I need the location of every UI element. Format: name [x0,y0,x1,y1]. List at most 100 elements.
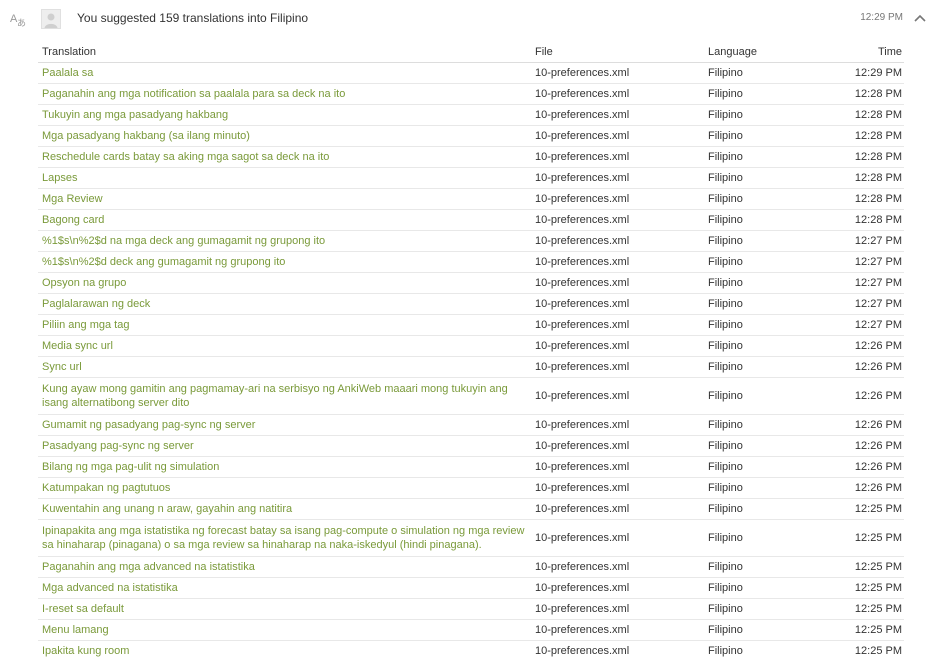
translation-link[interactable]: Mga pasadyang hakbang (sa ilang minuto) [42,130,250,142]
language-cell: Filipino [704,104,814,126]
table-row: %1$s\n%2$d deck ang gumagamit ng grupong… [38,251,904,273]
translation-link[interactable]: Reschedule cards batay sa aking mga sago… [42,151,329,163]
translation-link[interactable]: Paganahin ang mga advanced na istatistik… [42,561,255,573]
time-cell: 12:25 PM [814,519,904,557]
translation-cell: Mga advanced na istatistika [38,577,531,599]
translation-link[interactable]: Bilang ng mga pag-ulit ng simulation [42,461,219,473]
column-header-file: File [531,42,704,63]
language-cell: Filipino [704,251,814,273]
time-cell: 12:28 PM [814,188,904,210]
translation-link[interactable]: Paglalarawan ng deck [42,298,150,310]
translation-link[interactable]: Tukuyin ang mga pasadyang hakbang [42,109,228,121]
table-row: Sync url 10-preferences.xml Filipino 12:26 … [38,356,904,378]
translation-link[interactable]: Lapses [42,172,77,184]
translation-link[interactable]: Ipinapakita ang mga istatistika ng forec… [42,525,524,551]
language-cell: Filipino [704,477,814,499]
file-cell: 10-preferences.xml [531,414,704,436]
file-cell: 10-preferences.xml [531,335,704,357]
language-cell: Filipino [704,272,814,294]
translation-cell: Media sync url [38,335,531,357]
time-cell: 12:26 PM [814,414,904,436]
language-cell: Filipino [704,356,814,378]
language-cell: Filipino [704,577,814,599]
translation-cell: Bagong card [38,209,531,231]
translation-link[interactable]: Opsyon na grupo [42,277,126,289]
translation-cell: Lapses [38,167,531,189]
language-cell: Filipino [704,167,814,189]
translation-link[interactable]: Kuwentahin ang unang n araw, gayahin ang… [42,503,292,515]
table-row: %1$s\n%2$d na mga deck ang gumagamit ng … [38,230,904,252]
translation-link[interactable]: %1$s\n%2$d deck ang gumagamit ng grupong… [42,256,285,268]
translation-link[interactable]: Ipakita kung room [42,645,129,657]
file-cell: 10-preferences.xml [531,146,704,168]
file-cell: 10-preferences.xml [531,619,704,641]
file-cell: 10-preferences.xml [531,435,704,457]
translation-cell: Gumamit ng pasadyang pag-sync ng server [38,414,531,436]
translation-link[interactable]: Pasadyang pag-sync ng server [42,440,194,452]
translation-cell: Kuwentahin ang unang n araw, gayahin ang… [38,498,531,520]
translation-link[interactable]: Paganahin ang mga notification sa paalal… [42,88,345,100]
translation-link[interactable]: Mga Review [42,193,103,205]
translation-cell: Reschedule cards batay sa aking mga sago… [38,146,531,168]
time-cell: 12:25 PM [814,577,904,599]
column-header-language: Language [704,42,814,63]
translation-link[interactable]: Bagong card [42,214,104,226]
file-cell: 10-preferences.xml [531,640,704,661]
table-row: Bagong card 10-preferences.xml Filipino 12:… [38,209,904,231]
time-cell: 12:28 PM [814,83,904,105]
activity-time: 12:29 PM [860,12,903,23]
chevron-up-icon[interactable] [911,10,929,26]
translation-link[interactable]: Piliin ang mga tag [42,319,129,331]
language-cell: Filipino [704,209,814,231]
language-cell: Filipino [704,619,814,641]
language-cell: Filipino [704,146,814,168]
table-header-row: Translation File Language Time [38,42,904,63]
translation-link[interactable]: Mga advanced na istatistika [42,582,178,594]
time-cell: 12:25 PM [814,619,904,641]
translation-cell: Paganahin ang mga notification sa paalal… [38,83,531,105]
translation-link[interactable]: I-reset sa default [42,603,124,615]
time-cell: 12:26 PM [814,377,904,415]
table-row: Menu lamang 10-preferences.xml Filipino 12:… [38,619,904,641]
language-cell: Filipino [704,83,814,105]
translation-link[interactable]: %1$s\n%2$d na mga deck ang gumagamit ng … [42,235,325,247]
file-cell: 10-preferences.xml [531,230,704,252]
file-cell: 10-preferences.xml [531,477,704,499]
time-cell: 12:28 PM [814,104,904,126]
translation-cell: %1$s\n%2$d na mga deck ang gumagamit ng … [38,230,531,252]
translation-cell: Paglalarawan ng deck [38,293,531,315]
translation-cell: Pasadyang pag-sync ng server [38,435,531,457]
translation-link[interactable]: Paalala sa [42,67,93,79]
translation-cell: Ipinapakita ang mga istatistika ng forec… [38,519,531,557]
table-row: Paganahin ang mga notification sa paalal… [38,83,904,105]
translation-link[interactable]: Kung ayaw mong gamitin ang pagmamay-ari … [42,383,508,409]
translation-link[interactable]: Katumpakan ng pagtutuos [42,482,170,494]
table-row: Paglalarawan ng deck 10-preferences.xml Fi… [38,293,904,315]
user-avatar-icon[interactable] [41,9,61,29]
language-cell: Filipino [704,640,814,661]
file-cell: 10-preferences.xml [531,104,704,126]
table-row: Mga Review 10-preferences.xml Filipino 12:2… [38,188,904,210]
translation-link[interactable]: Media sync url [42,340,113,352]
translation-link[interactable]: Menu lamang [42,624,109,636]
translation-link[interactable]: Gumamit ng pasadyang pag-sync ng server [42,419,255,431]
table-row: Ipakita kung room 10-preferences.xml Filip… [38,640,904,661]
language-cell: Filipino [704,456,814,478]
time-cell: 12:26 PM [814,356,904,378]
file-cell: 10-preferences.xml [531,293,704,315]
time-cell: 12:27 PM [814,314,904,336]
file-cell: 10-preferences.xml [531,209,704,231]
time-cell: 12:26 PM [814,435,904,457]
translation-link[interactable]: Sync url [42,361,82,373]
table-row: Lapses 10-preferences.xml Filipino 12:28 PM [38,167,904,189]
file-cell: 10-preferences.xml [531,188,704,210]
time-cell: 12:28 PM [814,146,904,168]
language-cell: Filipino [704,498,814,520]
language-cell: Filipino [704,188,814,210]
time-cell: 12:25 PM [814,498,904,520]
time-cell: 12:26 PM [814,477,904,499]
translation-cell: Opsyon na grupo [38,272,531,294]
table-row: Pasadyang pag-sync ng server 10-preferenc… [38,435,904,457]
language-cell: Filipino [704,414,814,436]
time-cell: 12:25 PM [814,556,904,578]
